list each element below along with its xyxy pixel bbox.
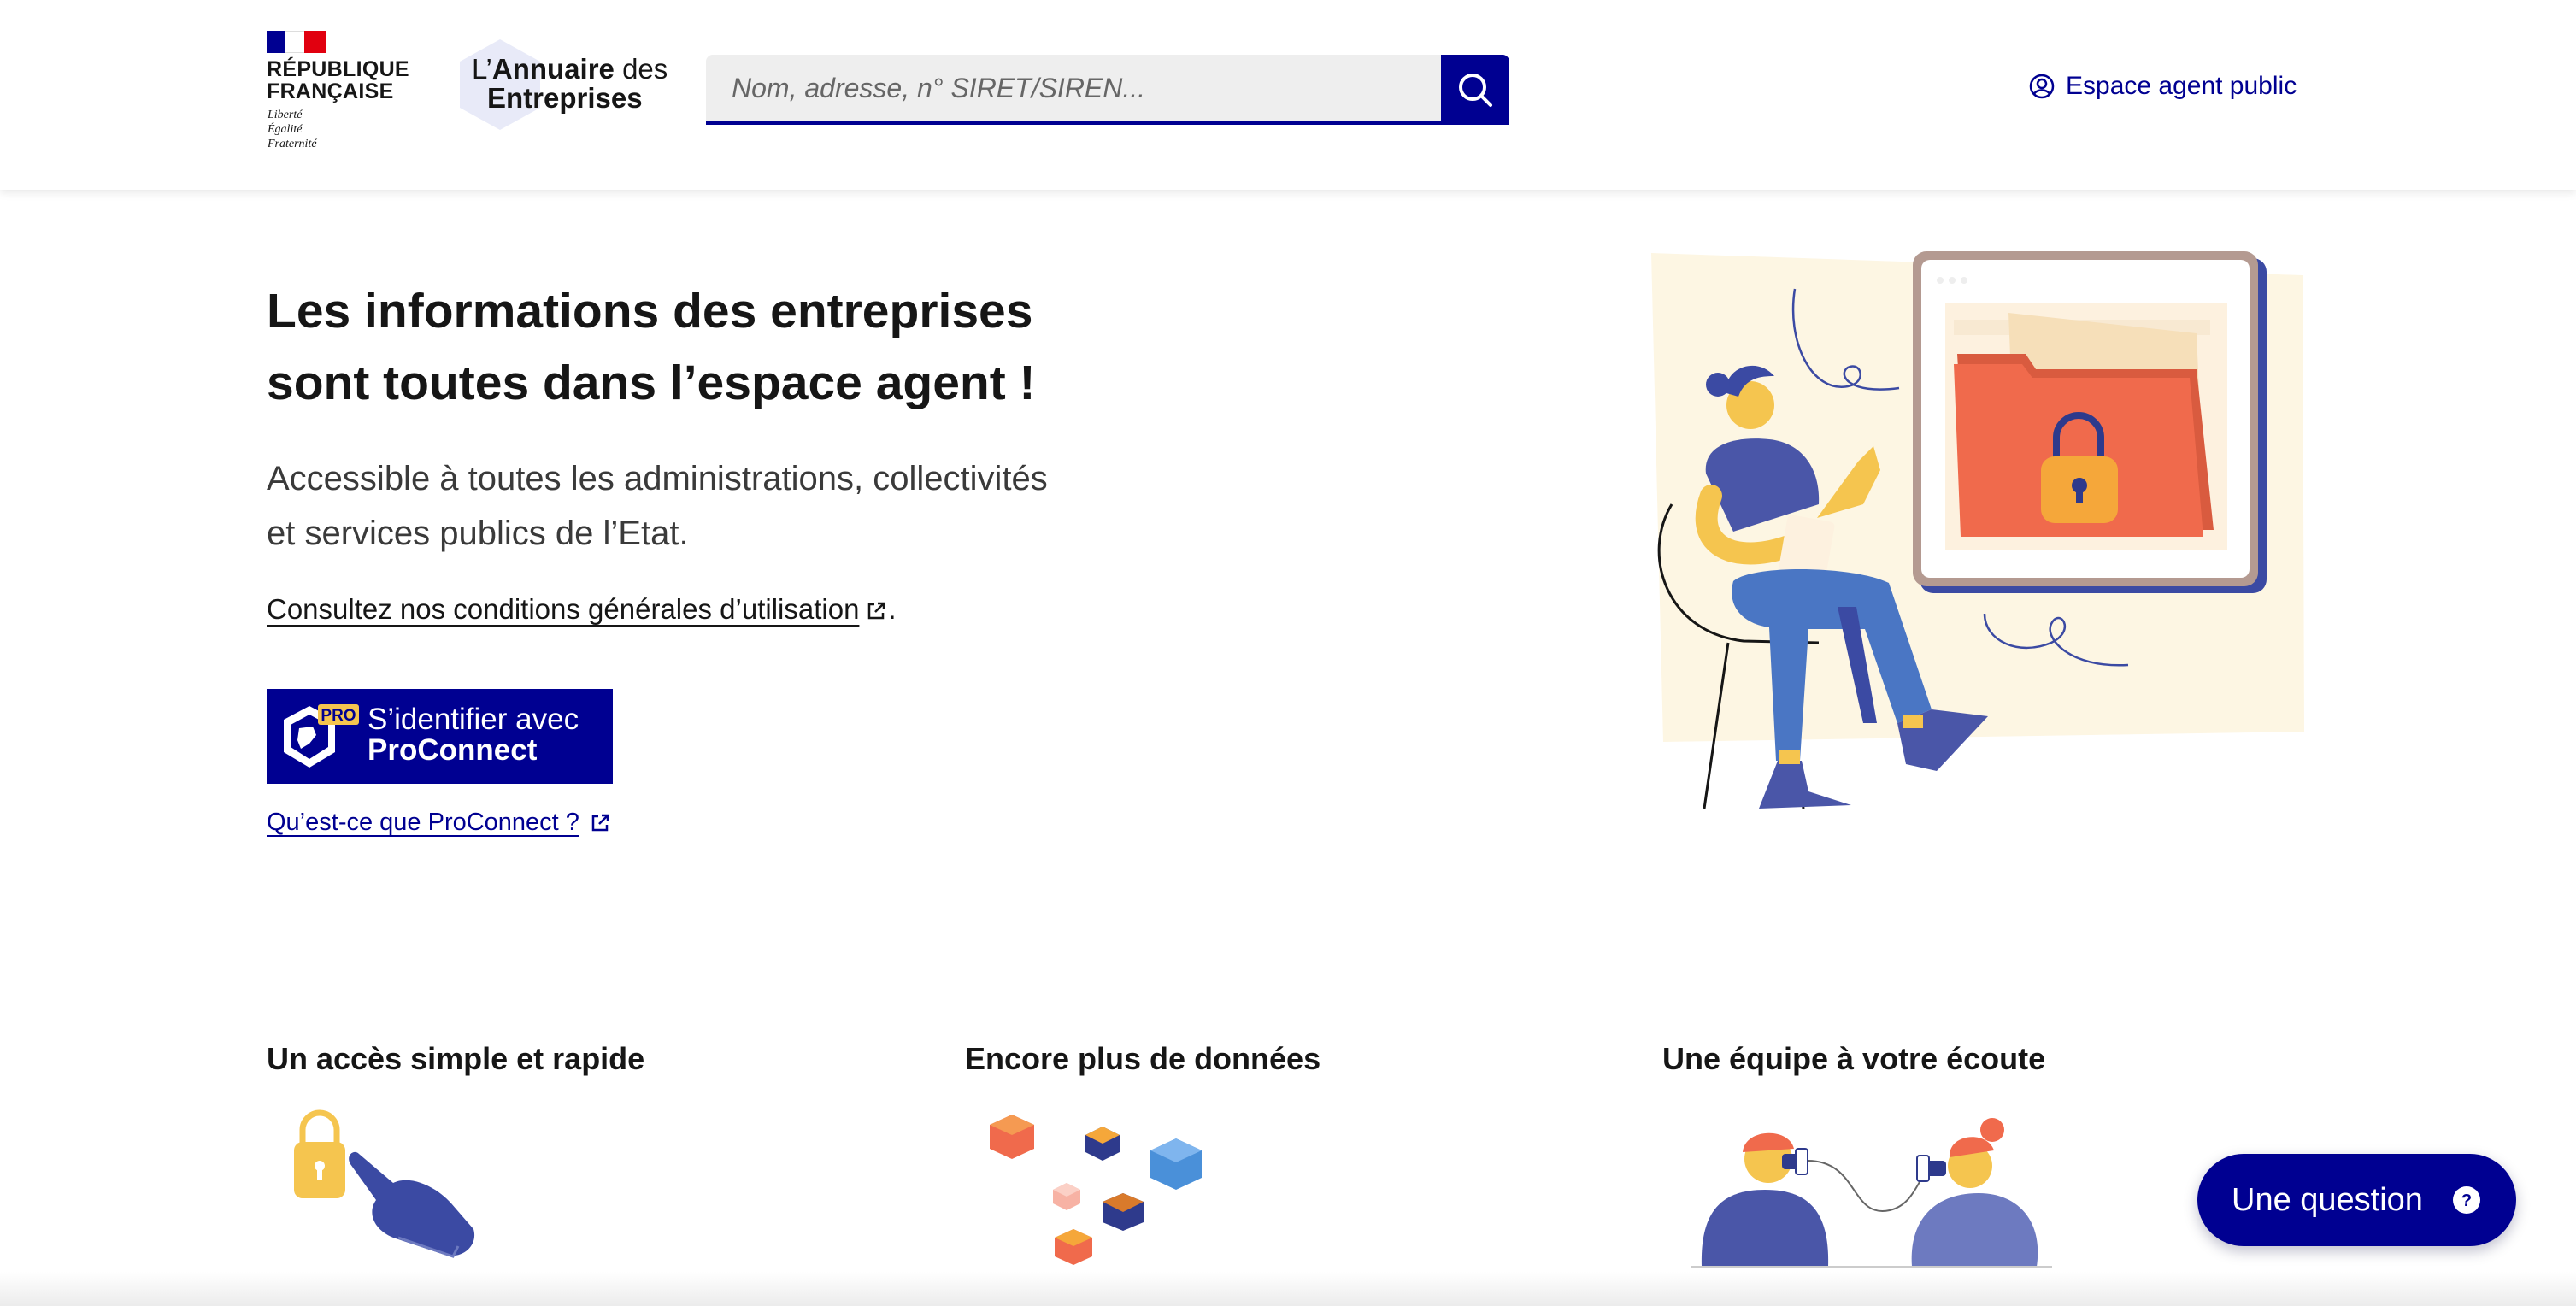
external-link-icon <box>591 814 609 831</box>
what-is-proconnect-link[interactable]: Qu’est-ce que ProConnect ? <box>267 809 612 837</box>
logo-prefix: L’ <box>472 53 492 85</box>
cgu-link[interactable]: Consultez nos conditions générales d’uti… <box>267 593 888 625</box>
data-cubes-icon <box>990 1115 1202 1265</box>
annuaire-logo[interactable]: L’Annuaire des Entreprises <box>472 55 668 113</box>
site-header: RÉPUBLIQUE FRANÇAISE Liberté Égalité Fra… <box>0 0 2576 190</box>
feature-title-access: Un accès simple et rapide <box>267 1041 645 1076</box>
cgu-link-label: Consultez nos conditions générales d’uti… <box>267 593 860 625</box>
republique-line: RÉPUBLIQUE <box>267 57 409 81</box>
proconnect-line1: S’identifier avec <box>368 703 579 736</box>
search-bar <box>706 55 1509 125</box>
user-circle-icon <box>2029 74 2055 99</box>
republic-motto: Liberté Égalité Fraternité <box>268 108 317 151</box>
agent-secure-folder-illustration <box>1651 251 2304 809</box>
team-listening-icon <box>1691 1118 2052 1268</box>
hero-title: Les informations des entreprises sont to… <box>267 275 1207 419</box>
marianne-flag-logo <box>267 31 326 53</box>
help-circle-icon: ? <box>2453 1186 2480 1214</box>
padlock-hand-icon <box>294 1109 475 1258</box>
external-link-icon <box>868 603 885 620</box>
proconnect-logo-icon: PRO <box>284 704 359 768</box>
feature-title-team: Une équipe à votre écoute <box>1662 1041 2046 1076</box>
proconnect-badge: PRO <box>321 707 356 725</box>
proconnect-label: S’identifier avec ProConnect <box>368 704 579 766</box>
search-button[interactable] <box>1441 55 1509 125</box>
espace-agent-label: Espace agent public <box>2066 72 2297 100</box>
search-icon <box>1459 74 1492 107</box>
espace-agent-link[interactable]: Espace agent public <box>2028 72 2297 101</box>
logo-line2: Entreprises <box>487 82 643 114</box>
republique-francaise-title[interactable]: RÉPUBLIQUE FRANÇAISE <box>267 58 409 103</box>
bottom-fade <box>0 1272 2576 1306</box>
question-button[interactable]: Une question ? <box>2197 1154 2516 1246</box>
cgu-suffix: . <box>888 593 897 625</box>
search-input[interactable] <box>706 55 1441 125</box>
proconnect-button[interactable]: PRO S’identifier avec ProConnect <box>267 689 613 784</box>
motto-liberte: Liberté <box>268 109 303 121</box>
logo-bold-word: Annuaire <box>491 53 615 85</box>
francaise-line: FRANÇAISE <box>267 79 394 103</box>
motto-fraternite: Fraternité <box>268 138 317 150</box>
svg-text:?: ? <box>2461 1191 2472 1210</box>
motto-egalite: Égalité <box>268 123 303 136</box>
hero-title-line2: sont toutes dans l’espace agent ! <box>267 356 1036 410</box>
hero-subtitle-line1: Accessible à toutes les administrations,… <box>267 460 1048 497</box>
proconnect-line2: ProConnect <box>368 733 538 767</box>
hero-subtitle-line2: et services publics de l’Etat. <box>267 515 689 552</box>
cgu-paragraph: Consultez nos conditions générales d’uti… <box>267 593 897 626</box>
logo-suffix: des <box>614 53 668 85</box>
what-is-proconnect-label: Qu’est-ce que ProConnect ? <box>267 809 579 836</box>
hero-title-line1: Les informations des entreprises <box>267 284 1033 338</box>
hero-subtitle: Accessible à toutes les administrations,… <box>267 451 1207 561</box>
question-button-label: Une question <box>2232 1181 2423 1218</box>
feature-title-data: Encore plus de données <box>965 1041 1321 1076</box>
